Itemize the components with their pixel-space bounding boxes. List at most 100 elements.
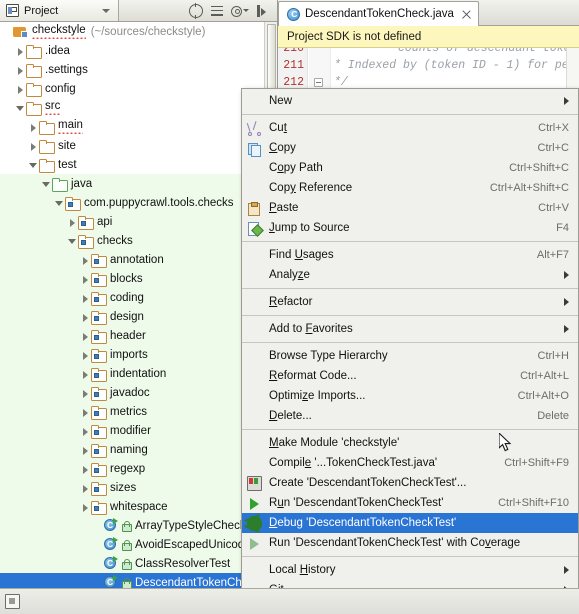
menu-item[interactable]: New [242,91,578,111]
tree-row[interactable]: src [0,98,277,117]
tree-row[interactable]: modifier [0,421,277,440]
tree-row[interactable]: test [0,155,277,174]
menu-item[interactable]: Jump to Source F4 [242,218,578,238]
hide-icon[interactable] [256,4,270,18]
menu-item[interactable]: Copy Reference Ctrl+Alt+Shift+C [242,178,578,198]
tree-row[interactable]: annotation [0,250,277,269]
tab-project[interactable]: Project [0,0,119,21]
menu-item[interactable]: Copy Path Ctrl+Shift+C [242,158,578,178]
tree-row[interactable]: .settings [0,60,277,79]
tree-row-label: com.puppycrawl.tools.checks [84,196,234,209]
chevron-right-icon[interactable] [67,216,78,227]
collapse-all-icon[interactable] [210,4,224,18]
menu-item[interactable]: Reformat Code... Ctrl+Alt+L [242,366,578,386]
tree-row[interactable]: design [0,307,277,326]
gear-icon[interactable] [231,5,242,17]
chevron-right-icon[interactable] [28,140,39,151]
chevron-down-icon[interactable] [41,178,52,189]
tree-row[interactable]: metrics [0,402,277,421]
tree-row[interactable]: main [0,117,277,136]
context-menu[interactable]: New Cut Ctrl+X Copy Ctrl+C Copy Path Ctrl+Shif… [241,88,579,614]
menu-item[interactable]: Add to Favorites [242,319,578,339]
chevron-right-icon[interactable] [80,482,91,493]
chevron-down-icon[interactable] [15,102,26,113]
tree-row[interactable]: java [0,174,277,193]
chevron-right-icon[interactable] [80,311,91,322]
tree-row[interactable]: C ClassResolverTest [0,554,277,573]
chevron-right-icon[interactable] [80,425,91,436]
menu-item[interactable]: Cut Ctrl+X [242,118,578,138]
menu-item[interactable]: Paste Ctrl+V [242,198,578,218]
chevron-down-icon[interactable] [28,159,39,170]
menu-item[interactable]: Analyze [242,265,578,285]
lock-icon [120,558,132,570]
chevron-right-icon[interactable] [80,349,91,360]
chevron-right-icon[interactable] [80,406,91,417]
sdk-warning-banner[interactable]: Project SDK is not defined [278,26,579,48]
tree-row-label: annotation [110,253,164,266]
menu-item-label: Reformat Code... [269,370,357,382]
tree-row[interactable]: javadoc [0,383,277,402]
chevron-right-icon[interactable] [80,292,91,303]
menu-item[interactable]: Optimize Imports... Ctrl+Alt+O [242,386,578,406]
chevron-right-icon[interactable] [15,45,26,56]
tree-row[interactable]: sizes [0,478,277,497]
tree-row[interactable]: indentation [0,364,277,383]
chevron-right-icon[interactable] [80,368,91,379]
chevron-down-icon[interactable] [102,8,110,13]
chevron-right-icon[interactable] [80,387,91,398]
project-tree[interactable]: checkstyle (~/sources/checkstyle) .idea .se… [0,22,277,588]
tree-row[interactable]: api [0,212,277,231]
tree-row[interactable]: config [0,79,277,98]
fold-marker-icon[interactable] [314,78,323,87]
editor-tab[interactable]: DescendantTokenCheck.java [278,1,479,26]
chevron-right-icon[interactable] [80,273,91,284]
locate-icon[interactable] [189,2,203,19]
close-icon[interactable] [462,10,471,19]
chevron-right-icon[interactable] [80,330,91,341]
menu-item[interactable]: Create 'DescendantTokenCheckTest'... [242,473,578,493]
tree-row[interactable]: imports [0,345,277,364]
toggle-toolwindows-icon[interactable] [5,594,20,609]
package-icon [91,272,107,287]
tree-row[interactable]: checkstyle (~/sources/checkstyle) [0,22,277,41]
tree-row[interactable]: site [0,136,277,155]
menu-item[interactable]: Run 'DescendantTokenCheckTest' Ctrl+Shift… [242,493,578,513]
tree-row[interactable]: C ArrayTypeStyleCheck [0,516,277,535]
tree-row[interactable]: coding [0,288,277,307]
chevron-right-icon[interactable] [15,64,26,75]
menu-item[interactable]: Make Module 'checkstyle' [242,433,578,453]
chevron-right-icon[interactable] [80,254,91,265]
menu-item[interactable]: Compile '...TokenCheckTest.java' Ctrl+Shi… [242,453,578,473]
menu-item[interactable]: Local History [242,560,578,580]
chevron-right-icon[interactable] [15,83,26,94]
tree-row-label: whitespace [110,500,168,513]
menu-item[interactable]: Delete... Delete [242,406,578,426]
tree-row[interactable]: checks [0,231,277,250]
chevron-right-icon[interactable] [80,444,91,455]
menu-item[interactable]: Find Usages Alt+F7 [242,245,578,265]
chevron-right-icon[interactable] [80,501,91,512]
tree-row[interactable]: C AvoidEscapedUnicod [0,535,277,554]
menu-item[interactable]: Refactor [242,292,578,312]
menu-item-label: Create 'DescendantTokenCheckTest'... [269,477,467,489]
chevron-down-icon[interactable] [54,197,65,208]
tree-row[interactable]: .idea [0,41,277,60]
chevron-right-icon[interactable] [80,463,91,474]
tree-row[interactable]: regexp [0,459,277,478]
tree-row[interactable]: C DescendantTokenCh [0,573,277,588]
tree-row[interactable]: com.puppycrawl.tools.checks [0,193,277,212]
tree-row[interactable]: whitespace [0,497,277,516]
chevron-down-icon[interactable] [243,9,249,12]
chevron-right-icon[interactable] [28,121,39,132]
menu-item[interactable]: Run 'DescendantTokenCheckTest' with Cove… [242,533,578,553]
chevron-down-icon[interactable] [67,235,78,246]
gear-button[interactable] [231,5,249,17]
tree-row[interactable]: header [0,326,277,345]
menu-item[interactable]: Copy Ctrl+C [242,138,578,158]
tree-row[interactable]: naming [0,440,277,459]
menu-item[interactable]: Browse Type Hierarchy Ctrl+H [242,346,578,366]
tree-row[interactable]: blocks [0,269,277,288]
menu-item[interactable]: Debug 'DescendantTokenCheckTest' [242,513,578,533]
project-icon [6,4,19,17]
